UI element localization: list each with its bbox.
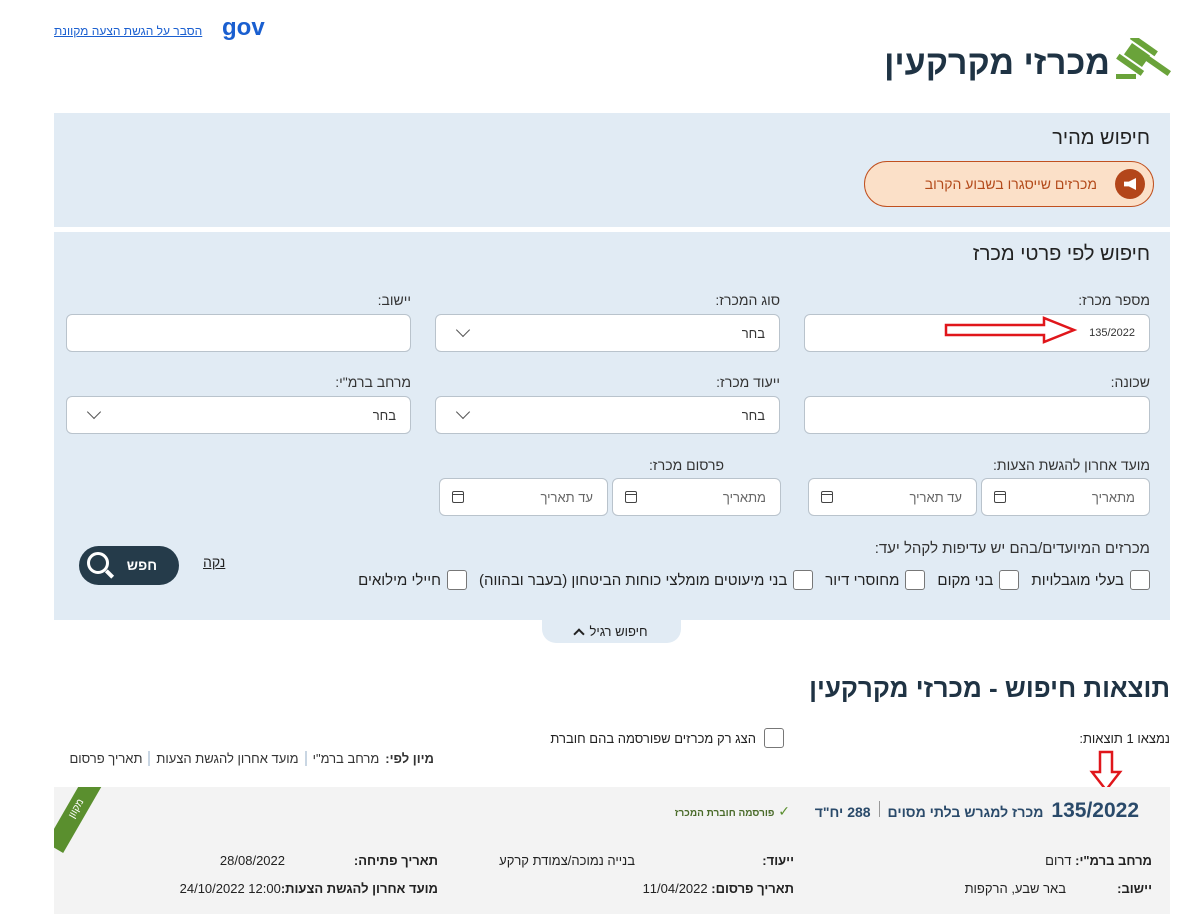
results-count: נמצאו 1 תוצאות: [1079, 731, 1170, 746]
settlement-label: יישוב: [377, 292, 411, 308]
online-ribbon: מקוון [54, 787, 109, 853]
publication-to-input[interactable]: עד תאריך [439, 478, 608, 516]
region-label: מרחב ברמ"י: [335, 374, 411, 390]
chevron-down-icon [455, 322, 471, 338]
region-field-label: מרחב ברמ"י: [1075, 853, 1152, 868]
opening-value: 28/08/2022 [219, 853, 285, 868]
chevron-up-icon [573, 627, 586, 640]
deadline-from-input[interactable]: מתאריך [981, 478, 1150, 516]
audience-checkbox[interactable] [793, 570, 814, 590]
calendar-icon[interactable] [625, 491, 637, 503]
calendar-icon[interactable] [994, 491, 1006, 503]
annotation-arrow-down [1089, 750, 1123, 792]
megaphone-icon [1115, 169, 1145, 199]
page-title: מכרזי מקרקעין [884, 44, 1110, 82]
chevron-down-icon [455, 404, 471, 420]
detailed-search-title: חיפוש לפי פרטי מכרז [972, 243, 1150, 265]
help-link[interactable]: הסבר על הגשת הצעה מקוונת [54, 24, 202, 38]
publication-field-label: תאריך פרסום: [711, 881, 794, 896]
settlement-input[interactable] [66, 314, 411, 352]
purpose-field-label: ייעוד: [762, 853, 794, 868]
audience-label-item: בעלי מוגבלויות [1031, 571, 1124, 589]
settlement-value: באר שבע, הרקפות [964, 881, 1066, 896]
sort-option-region[interactable]: מרחב ברמ"י [313, 751, 380, 766]
calendar-icon[interactable] [821, 491, 833, 503]
search-button-label: חפש [126, 557, 157, 573]
purpose-select[interactable]: בחר [435, 396, 780, 434]
audience-checkbox[interactable] [1130, 570, 1150, 590]
region-value: דרום [1045, 853, 1072, 868]
audience-checkboxes: בעלי מוגבלויות בני מקום מחוסרי דיור בני … [352, 570, 1150, 590]
closing-this-week-button[interactable]: מכרזים שייסגרו בשבוע הקרוב [864, 161, 1154, 207]
gavel-icon [1116, 38, 1172, 79]
deadline-field-label: מועד אחרון להגשת הצעות: [280, 881, 438, 896]
purpose-value: בנייה נמוכה/צמודת קרקע [499, 853, 635, 868]
purpose-label: ייעוד מכרז: [716, 374, 780, 390]
chevron-down-icon [86, 404, 102, 420]
audience-label: מכרזים המיועדים/בהם יש עדיפות לקהל יעד: [874, 540, 1150, 557]
closing-this-week-label: מכרזים שייסגרו בשבוע הקרוב [924, 176, 1097, 192]
units-count: 288 יח"ד [814, 804, 871, 820]
publication-label: פרסום מכרז: [649, 457, 724, 473]
deadline-value: 24/10/2022 12:00 [179, 881, 281, 896]
clear-link[interactable]: נקה [203, 554, 225, 570]
tender-description: מכרז למגרש בלתי מסוים [887, 804, 1044, 820]
neighborhood-label: שכונה: [1110, 374, 1150, 390]
toggle-label: חיפוש רגיל [589, 624, 648, 639]
regular-search-toggle[interactable]: חיפוש רגיל [542, 620, 681, 643]
audience-label-item: בני מקום [937, 571, 994, 589]
deadline-label: מועד אחרון להגשת הצעות: [993, 457, 1150, 473]
annotation-arrow-right [944, 316, 1078, 344]
calendar-icon[interactable] [452, 491, 464, 503]
booklet-published: ✓ פורסמה חוברת המכרז [674, 803, 790, 819]
audience-checkbox[interactable] [999, 570, 1020, 590]
sort-bar: מיון לפי: מרחב ברמ"י מועד אחרון להגשת הצ… [69, 751, 434, 766]
audience-checkbox[interactable] [905, 570, 926, 590]
check-icon: ✓ [774, 803, 790, 819]
audience-checkbox[interactable] [447, 570, 468, 590]
neighborhood-input[interactable] [804, 396, 1150, 434]
gov-logo[interactable]: gov [222, 14, 265, 42]
company-filter-checkbox[interactable] [764, 728, 784, 748]
result-card[interactable]: מקוון 135/2022 מכרז למגרש בלתי מסוים 288… [54, 787, 1170, 914]
tender-number[interactable]: 135/2022 [1051, 799, 1139, 823]
opening-field-label: תאריך פתיחה: [353, 853, 438, 868]
publication-value: 11/04/2022 [642, 881, 708, 896]
sort-option-deadline[interactable]: מועד אחרון להגשת הצעות [156, 751, 298, 766]
region-select[interactable]: בחר [66, 396, 411, 434]
results-title: תוצאות חיפוש - מכרזי מקרקעין [809, 673, 1170, 703]
audience-label-item: חיילי מילואים [358, 571, 442, 589]
sort-option-publication[interactable]: תאריך פרסום [69, 751, 142, 766]
quick-search-title: חיפוש מהיר [1052, 127, 1150, 149]
tender-number-label: מספר מכרז: [1078, 292, 1150, 308]
tender-type-label: סוג המכרז: [715, 292, 780, 308]
detailed-search-panel: חיפוש לפי פרטי מכרז מספר מכרז: 135/2022 … [54, 232, 1170, 620]
audience-label-item: בני מיעוטים מומלצי כוחות הביטחון (בעבר ו… [479, 571, 788, 589]
settlement-field-label: יישוב: [1117, 881, 1152, 896]
tender-type-select[interactable]: בחר [435, 314, 780, 352]
company-filter: הצג רק מכרזים שפורסמה בהם חוברת [550, 728, 784, 748]
quick-search-panel: חיפוש מהיר מכרזים שייסגרו בשבוע הקרוב [54, 113, 1170, 227]
audience-label-item: מחוסרי דיור [825, 571, 900, 589]
deadline-to-input[interactable]: עד תאריך [808, 478, 977, 516]
company-filter-label: הצג רק מכרזים שפורסמה בהם חוברת [550, 730, 756, 746]
search-button[interactable]: חפש [79, 546, 179, 585]
sort-label: מיון לפי: [385, 751, 434, 766]
publication-from-input[interactable]: מתאריך [612, 478, 781, 516]
